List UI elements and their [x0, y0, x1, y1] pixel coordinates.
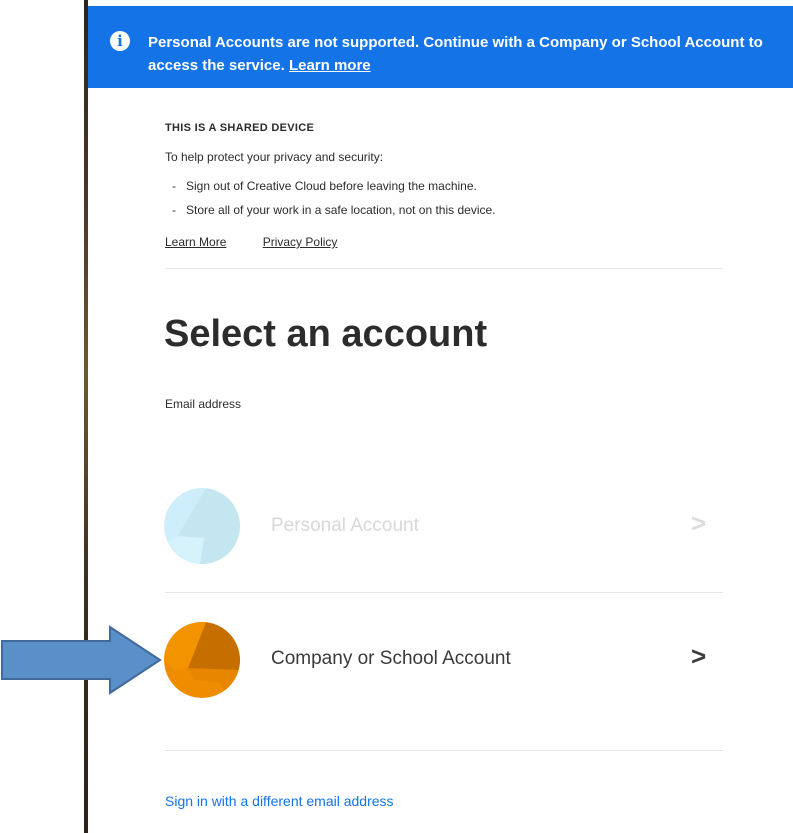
avatar — [164, 622, 240, 698]
account-label: Company or School Account — [271, 648, 511, 669]
annotation-arrow-icon — [1, 625, 162, 695]
bullet-glyph: - — [172, 203, 176, 217]
divider — [165, 592, 723, 593]
shared-device-bullets: - Sign out of Creative Cloud before leavi… — [172, 174, 496, 222]
sign-in-panel: i Personal Accounts are not supported. C… — [88, 0, 793, 833]
account-option-company[interactable]: Company or School Account > — [164, 622, 724, 702]
account-label: Personal Account — [271, 515, 419, 536]
list-item: - Sign out of Creative Cloud before leavi… — [172, 174, 496, 198]
banner-text: Personal Accounts are not supported. Con… — [148, 34, 763, 74]
info-banner: i Personal Accounts are not supported. C… — [88, 6, 793, 88]
privacy-policy-link[interactable]: Privacy Policy — [263, 235, 338, 249]
account-avatar-icon — [164, 622, 240, 698]
sign-in-different-email-link[interactable]: Sign in with a different email address — [165, 793, 394, 809]
background-strip — [0, 0, 86, 833]
chevron-right-icon: > — [691, 508, 707, 538]
divider — [165, 268, 723, 269]
list-item: - Store all of your work in a safe locati… — [172, 198, 496, 222]
chevron-right-icon: > — [691, 641, 707, 671]
info-icon: i — [110, 31, 130, 51]
banner-learn-more-link[interactable]: Learn more — [289, 57, 371, 74]
bullet-glyph: - — [172, 179, 176, 193]
shared-device-description: To help protect your privacy and securit… — [165, 150, 384, 164]
account-option-personal[interactable]: Personal Account > — [164, 488, 724, 568]
page-title: Select an account — [164, 313, 488, 355]
bullet-text: Sign out of Creative Cloud before leavin… — [186, 179, 477, 193]
shared-device-links: Learn More Privacy Policy — [165, 235, 370, 249]
learn-more-link[interactable]: Learn More — [165, 235, 226, 249]
divider — [165, 750, 723, 751]
email-label: Email address — [165, 397, 242, 411]
shared-device-title: THIS IS A SHARED DEVICE — [165, 122, 315, 134]
banner-message: Personal Accounts are not supported. Con… — [148, 31, 778, 77]
bullet-text: Store all of your work in a safe locatio… — [186, 203, 496, 217]
avatar — [164, 488, 240, 564]
account-avatar-icon — [164, 488, 240, 564]
